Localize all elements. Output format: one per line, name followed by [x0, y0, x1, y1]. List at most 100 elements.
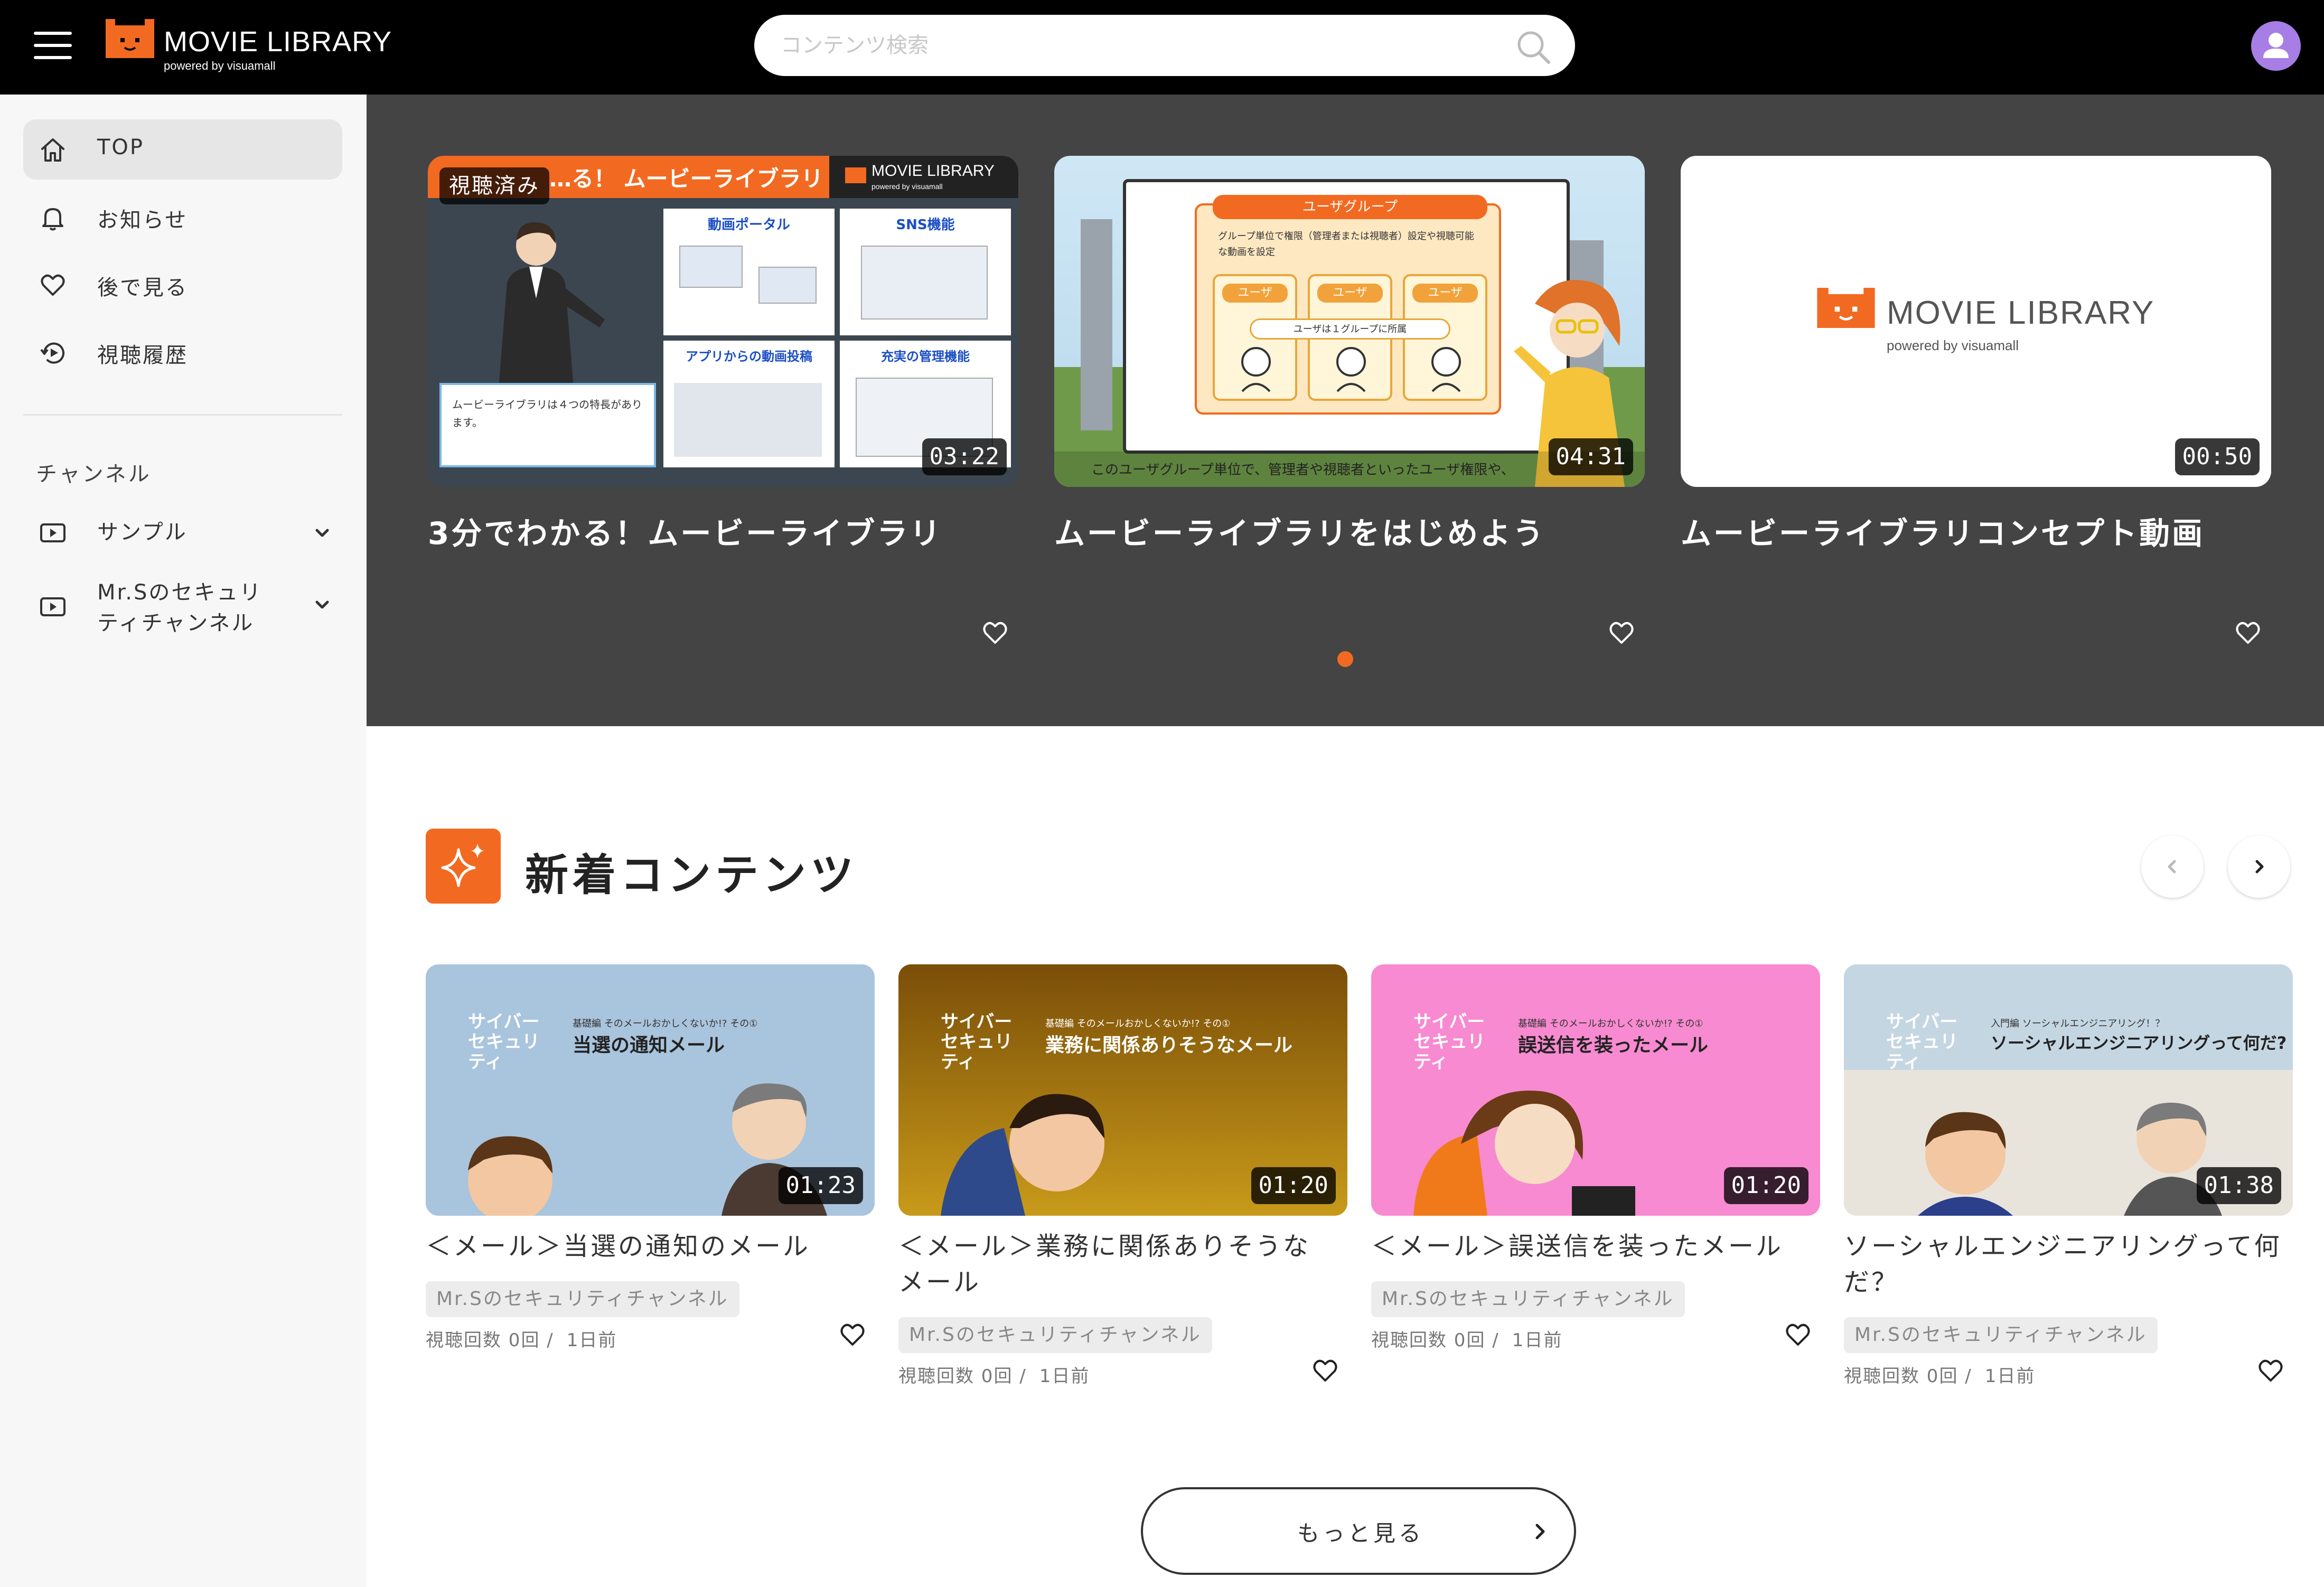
- sidebar-item-notices[interactable]: お知らせ: [23, 187, 342, 247]
- logo-subtitle: powered by visuamall: [164, 59, 276, 72]
- heart-icon[interactable]: [1310, 1356, 1340, 1384]
- menu-icon[interactable]: [34, 32, 72, 59]
- channel-chip[interactable]: Mr.Sのセキュリティチャンネル: [426, 1281, 739, 1317]
- view-count: 視聴回数 0回 /: [1371, 1330, 1500, 1351]
- panel-title: 充実の管理機能: [881, 349, 970, 364]
- channel-label: サンプル: [97, 520, 188, 544]
- duration-badge: 03:22: [922, 438, 1007, 475]
- panel-title: SNS機能: [896, 217, 955, 233]
- thumbnail-panel: 動画ポータル: [663, 209, 835, 335]
- duration-badge: 01:23: [778, 1167, 863, 1204]
- video-thumbnail[interactable]: サイバー セキュリティ 入門編 ソーシャルエンジニアリング！？ ソーシャルエンジ…: [1844, 964, 2293, 1216]
- avatar[interactable]: [2251, 21, 2301, 71]
- upload-age: 1日前: [566, 1330, 617, 1351]
- video-thumbnail[interactable]: ユーザグループ グループ単位で権限（管理者または視聴者）設定や視聴可能な動画を設…: [1054, 156, 1645, 487]
- panel-title: アプリからの動画投稿: [686, 349, 812, 364]
- chevron-right-icon: [1535, 1524, 1545, 1539]
- heart-icon: [41, 274, 65, 296]
- sidebar-item-history[interactable]: 視聴履歴: [23, 322, 342, 382]
- character-illustration: [941, 1094, 1104, 1216]
- video-title[interactable]: ＜メール＞当選の通知のメール: [426, 1228, 864, 1264]
- featured-video-title[interactable]: ムービーライブラリをはじめよう: [1054, 509, 1545, 553]
- thumbnail-panel: SNS機能: [840, 209, 1011, 335]
- video-meta: 視聴回数 0回 / 1日前: [1844, 1361, 2035, 1387]
- show-more-label: もっと見る: [1297, 1520, 1424, 1546]
- thumbnail-logo-sub: powered by visuamall: [872, 182, 943, 191]
- thumbnail-title: ソーシャルエンジニアリングって何だ?: [1991, 1033, 2287, 1053]
- duration-badge: 01:20: [1251, 1167, 1336, 1204]
- play-icon: [40, 597, 65, 616]
- sidebar-channel-sample[interactable]: サンプル: [23, 506, 342, 559]
- user-icon: [2263, 33, 2289, 58]
- channel-chip[interactable]: Mr.Sのセキュリティチャンネル: [898, 1317, 1212, 1353]
- thumbnail-brand: サイバー セキュリティ: [941, 1011, 1013, 1073]
- panel-graphic: [674, 383, 822, 457]
- channel-chip[interactable]: Mr.Sのセキュリティチャンネル: [1844, 1317, 2158, 1353]
- sidebar-item-label: お知らせ: [97, 208, 188, 232]
- video-title[interactable]: ソーシャルエンジニアリングって何だ？: [1844, 1228, 2282, 1300]
- thumbnail-subtitle: このユーザグループ単位で、管理者や視聴者といったユーザ権限や、: [1091, 462, 1515, 478]
- thumbnail-brand: サイバー セキュリティ: [1886, 1011, 1958, 1073]
- video-title[interactable]: ＜メール＞誤送信を装ったメール: [1371, 1228, 1810, 1264]
- user-face-icon: [1431, 347, 1461, 392]
- sidebar-item-top[interactable]: TOP: [23, 119, 342, 180]
- thumbnail-title: 業務に関係ありそうなメール: [1045, 1035, 1293, 1056]
- video-thumbnail[interactable]: サイバー セキュリティ 基礎編 そのメールおかしくないか!? その① 業務に関係…: [898, 964, 1347, 1216]
- logo-mark-icon: [845, 167, 866, 183]
- watched-badge: 視聴済み: [439, 167, 549, 204]
- thumbnail-series: 基礎編 そのメールおかしくないか!? その①: [1518, 1018, 1703, 1029]
- thumbnail-caption: ムービーライブラリは４つの特長があります。: [452, 398, 642, 429]
- panel-title: 動画ポータル: [707, 217, 790, 233]
- video-thumbnail[interactable]: MOVIE LIBRARY powered by visuamall 00:50: [1681, 156, 2271, 487]
- sidebar-channel-mrs-security[interactable]: Mr.Sのセキュリティチャンネル: [23, 570, 342, 649]
- featured-video-title[interactable]: ムービーライブラリコンセプト動画: [1681, 509, 2205, 553]
- search-bar: [754, 15, 1575, 76]
- sparkle-icon: [426, 829, 501, 904]
- duration-badge: 04:31: [1548, 438, 1633, 475]
- chevron-right-icon: [2255, 860, 2264, 874]
- user-face-icon: [1336, 347, 1366, 392]
- chevron-left-icon: [2168, 860, 2176, 874]
- featured-video-title[interactable]: 3分でわかる！ムービーライブラリ: [428, 509, 942, 553]
- video-thumbnail[interactable]: サイバー セキュリティ 基礎編 そのメールおかしくないか!? その① 当選の通知…: [426, 964, 875, 1216]
- duration-badge: 00:50: [2175, 438, 2260, 475]
- heart-icon[interactable]: [980, 618, 1010, 646]
- carousel-next-button[interactable]: [2228, 835, 2290, 898]
- show-more-button[interactable]: もっと見る: [1141, 1487, 1576, 1575]
- thumbnail-title: 当選の通知メール: [573, 1035, 725, 1056]
- heart-icon[interactable]: [838, 1320, 867, 1348]
- thumbnail-logo-text: MOVIE LIBRARY: [1887, 295, 2155, 331]
- search-input[interactable]: [781, 29, 1499, 62]
- chevron-down-icon[interactable]: [312, 594, 333, 615]
- upload-age: 1日前: [1512, 1330, 1563, 1351]
- carousel-dot-active[interactable]: [1337, 651, 1353, 667]
- heart-icon[interactable]: [1783, 1320, 1813, 1348]
- thumbnail-banner-text: …る！ ムービーライブラリ: [549, 166, 823, 192]
- channel-chip[interactable]: Mr.Sのセキュリティチャンネル: [1371, 1281, 1685, 1317]
- video-thumbnail[interactable]: …る！ ムービーライブラリ MOVIE LIBRARY powered by v…: [428, 156, 1018, 487]
- thumbnail-series: 基礎編 そのメールおかしくないか!? その①: [573, 1018, 758, 1029]
- heart-icon[interactable]: [2233, 618, 2263, 646]
- logo[interactable]: MOVIE LIBRARY powered by visuamall: [106, 18, 391, 76]
- upload-age: 1日前: [1984, 1366, 2036, 1387]
- search-icon[interactable]: [1515, 29, 1552, 65]
- chevron-down-icon[interactable]: [312, 522, 333, 543]
- carousel-prev-button[interactable]: [2141, 835, 2204, 898]
- user-group-desc: グループ単位で権限（管理者または視聴者）設定や視聴可能な動画を設定: [1218, 231, 1474, 258]
- thumbnail-series: 入門編 ソーシャルエンジニアリング！？: [1991, 1018, 2165, 1029]
- video-thumbnail[interactable]: サイバー セキュリティ 基礎編 そのメールおかしくないか!? その① 誤送信を装…: [1371, 964, 1820, 1216]
- logo-mark-icon: [106, 19, 154, 58]
- sidebar-divider: [23, 414, 342, 416]
- view-count: 視聴回数 0回 /: [426, 1330, 554, 1351]
- bell-icon: [42, 208, 63, 231]
- heart-icon[interactable]: [2256, 1356, 2285, 1384]
- heart-icon[interactable]: [1607, 618, 1636, 646]
- video-title[interactable]: ＜メール＞業務に関係ありそうなメール: [898, 1228, 1337, 1300]
- view-count: 視聴回数 0回 /: [898, 1366, 1027, 1387]
- play-icon: [40, 523, 65, 542]
- user-group-note: ユーザは１グループに所属: [1250, 318, 1450, 340]
- thumbnail-title: 誤送信を装ったメール: [1518, 1035, 1709, 1056]
- user-face-icon: [1241, 347, 1271, 392]
- sidebar-item-watch-later[interactable]: 後で見る: [23, 255, 342, 315]
- thumbnail-brand: サイバー セキュリティ: [1413, 1011, 1485, 1073]
